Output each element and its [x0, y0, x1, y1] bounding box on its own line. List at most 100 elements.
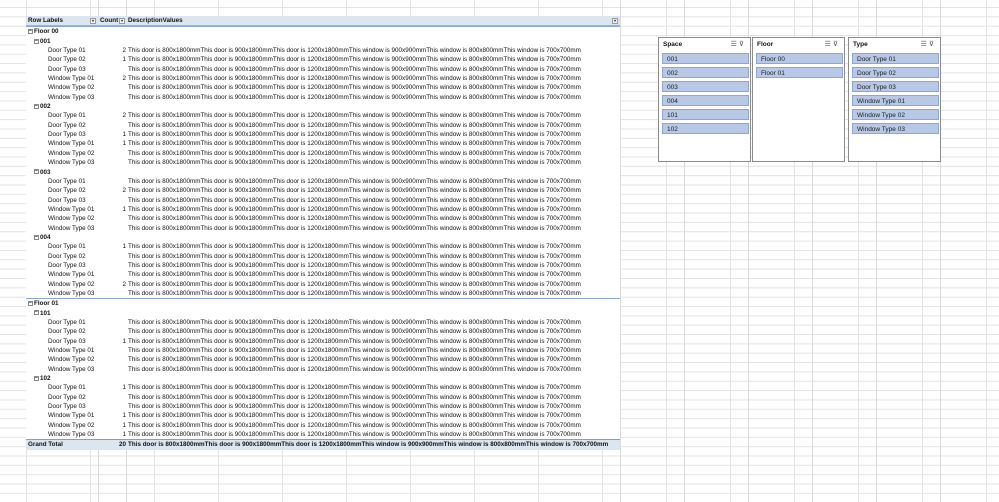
table-row[interactable]: Window Type 03 This door is 800x1800mmThi…	[26, 224, 620, 233]
clear-filter-icon[interactable]: ⊽	[739, 41, 746, 48]
table-row[interactable]: Window Type 02 This door is 800x1800mmThi…	[26, 214, 620, 223]
slicer-item[interactable]: Floor 01	[756, 67, 843, 78]
table-row[interactable]: Window Type 03 This door is 800x1800mmThi…	[26, 365, 620, 374]
slicer-item[interactable]: 004	[662, 95, 749, 106]
collapse-toggle-icon[interactable]: −	[34, 38, 39, 44]
collapse-toggle-icon[interactable]: −	[28, 29, 33, 35]
table-row[interactable]: Window Type 01 This door is 800x1800mmThi…	[26, 346, 620, 355]
slicer-item[interactable]: 101	[662, 109, 749, 120]
table-row[interactable]: Window Type 01 1 This door is 800x1800mmTh…	[26, 205, 620, 214]
table-row[interactable]: Door Type 03 This door is 800x1800mmThis …	[26, 402, 620, 411]
description-cell: This door is 800x1800mmThis door is 900x…	[128, 412, 581, 420]
table-row[interactable]: Door Type 02 This door is 800x1800mmThis …	[26, 252, 620, 261]
count-dropdown-icon[interactable]: ▾	[119, 17, 125, 24]
table-row[interactable]: Window Type 03 This door is 800x1800mmThi…	[26, 289, 620, 298]
table-row[interactable]: Window Type 01 1 This door is 800x1800mmTh…	[26, 139, 620, 148]
slicer-item[interactable]: Door Type 01	[852, 53, 939, 64]
values-dropdown-icon[interactable]: ▾	[612, 17, 618, 24]
table-row[interactable]: Window Type 02 This door is 800x1800mmThi…	[26, 83, 620, 92]
type-label: Door Type 02	[48, 187, 86, 195]
slicer-item[interactable]: 001	[662, 53, 749, 64]
type-label: Window Type 03	[48, 224, 95, 232]
space-row[interactable]: −002	[26, 102, 620, 111]
grand-total-row: Grand Total 20 This door is 800x1800mmTh…	[26, 439, 620, 450]
table-row[interactable]: Window Type 02 2 This door is 800x1800mmTh…	[26, 280, 620, 289]
slicer-item[interactable]: Door Type 03	[852, 81, 939, 92]
slicer-item[interactable]: 002	[662, 67, 749, 78]
table-row[interactable]: Door Type 02 This door is 800x1800mmThis …	[26, 121, 620, 130]
table-row[interactable]: Door Type 01 2 This door is 800x1800mmThis…	[26, 111, 620, 120]
type-label: Door Type 03	[48, 261, 86, 269]
collapse-toggle-icon[interactable]: −	[34, 234, 39, 240]
space-row[interactable]: −004	[26, 233, 620, 242]
multi-select-icon[interactable]: ☰	[921, 41, 929, 48]
table-row[interactable]: Door Type 02 1 This door is 800x1800mmThis…	[26, 55, 620, 64]
slicer-item[interactable]: 003	[662, 81, 749, 92]
table-row[interactable]: Window Type 03 This door is 800x1800mmThi…	[26, 158, 620, 167]
collapse-toggle-icon[interactable]: −	[34, 310, 39, 316]
collapse-toggle-icon[interactable]: −	[34, 169, 39, 175]
table-row[interactable]: Window Type 01 2 This door is 800x1800mmTh…	[26, 74, 620, 83]
type-label: Door Type 03	[48, 131, 86, 139]
slicer-item[interactable]: Floor 00	[756, 53, 843, 64]
table-row[interactable]: Door Type 03 This door is 800x1800mmThis …	[26, 261, 620, 270]
collapse-toggle-icon[interactable]: −	[28, 301, 33, 307]
description-header: DescriptionValues	[128, 17, 183, 24]
table-row[interactable]: Door Type 01 1 This door is 800x1800mmThis…	[26, 242, 620, 251]
type-label: Window Type 01	[48, 205, 95, 213]
table-row[interactable]: Door Type 03 This door is 800x1800mmThis …	[26, 65, 620, 74]
clear-filter-icon[interactable]: ⊽	[929, 41, 936, 48]
table-row[interactable]: Door Type 02 2 This door is 800x1800mmThis…	[26, 186, 620, 195]
description-cell: This door is 800x1800mmThis door is 900x…	[128, 131, 581, 139]
description-cell: This door is 800x1800mmThis door is 900x…	[128, 328, 581, 336]
slicer-item[interactable]: Window Type 02	[852, 109, 939, 120]
table-row[interactable]: Door Type 01 1 This door is 800x1800mmThis…	[26, 383, 620, 392]
description-cell: This door is 800x1800mmThis door is 900x…	[128, 65, 581, 73]
table-row[interactable]: Door Type 02 This door is 800x1800mmThis …	[26, 393, 620, 402]
space-row[interactable]: −001	[26, 37, 620, 46]
table-row[interactable]: Window Type 03 1 This door is 800x1800mmTh…	[26, 430, 620, 439]
table-row[interactable]: Window Type 02 This door is 800x1800mmThi…	[26, 149, 620, 158]
table-row[interactable]: Window Type 02 1 This door is 800x1800mmTh…	[26, 421, 620, 430]
count-cell	[104, 196, 126, 205]
table-row[interactable]: Window Type 01 1 This door is 800x1800mmTh…	[26, 411, 620, 420]
table-row[interactable]: Door Type 03 1 This door is 800x1800mmThis…	[26, 130, 620, 139]
slicer-item[interactable]: Window Type 03	[852, 123, 939, 134]
collapse-toggle-icon[interactable]: −	[34, 103, 39, 109]
count-cell	[104, 252, 126, 261]
type-label: Door Type 02	[48, 328, 86, 336]
space-label-cell: −002	[34, 102, 51, 111]
floor-row[interactable]: − Floor 01	[26, 298, 620, 308]
table-row[interactable]: Window Type 02 This door is 800x1800mmThi…	[26, 355, 620, 364]
table-row[interactable]: Door Type 01 This door is 800x1800mmThis …	[26, 318, 620, 327]
clear-filter-icon[interactable]: ⊽	[833, 41, 840, 48]
slicer-item[interactable]: Window Type 01	[852, 95, 939, 106]
space-row[interactable]: −003	[26, 168, 620, 177]
table-row[interactable]: Window Type 03 This door is 800x1800mmThi…	[26, 93, 620, 102]
count-cell	[104, 83, 126, 92]
space-row[interactable]: −102	[26, 374, 620, 383]
count-cell	[104, 177, 126, 186]
type-label: Door Type 02	[48, 252, 86, 260]
floor-row[interactable]: − Floor 00	[26, 26, 620, 36]
type-label: Door Type 01	[48, 47, 86, 55]
type-label: Door Type 02	[48, 121, 86, 129]
count-cell	[104, 346, 126, 355]
multi-select-icon[interactable]: ☰	[731, 41, 739, 48]
multi-select-icon[interactable]: ☰	[825, 41, 833, 48]
row-labels-dropdown-icon[interactable]: ▾	[90, 17, 96, 24]
space-label-cell: −101	[34, 309, 51, 318]
table-row[interactable]: Door Type 02 This door is 800x1800mmThis …	[26, 327, 620, 336]
slicer-item[interactable]: Door Type 02	[852, 67, 939, 78]
table-row[interactable]: Window Type 01 This door is 800x1800mmThi…	[26, 270, 620, 279]
slicer-item[interactable]: 102	[662, 123, 749, 134]
table-row[interactable]: Door Type 03 This door is 800x1800mmThis …	[26, 196, 620, 205]
table-row[interactable]: Door Type 03 1 This door is 800x1800mmThis…	[26, 337, 620, 346]
table-row[interactable]: Door Type 01 This door is 800x1800mmThis …	[26, 177, 620, 186]
space-row[interactable]: −101	[26, 309, 620, 318]
slicer-title: Space	[663, 41, 683, 48]
description-cell: This door is 800x1800mmThis door is 900x…	[128, 112, 581, 120]
collapse-toggle-icon[interactable]: −	[34, 375, 39, 381]
table-row[interactable]: Door Type 01 2 This door is 800x1800mmThis…	[26, 46, 620, 55]
count-cell: 1	[122, 56, 126, 64]
